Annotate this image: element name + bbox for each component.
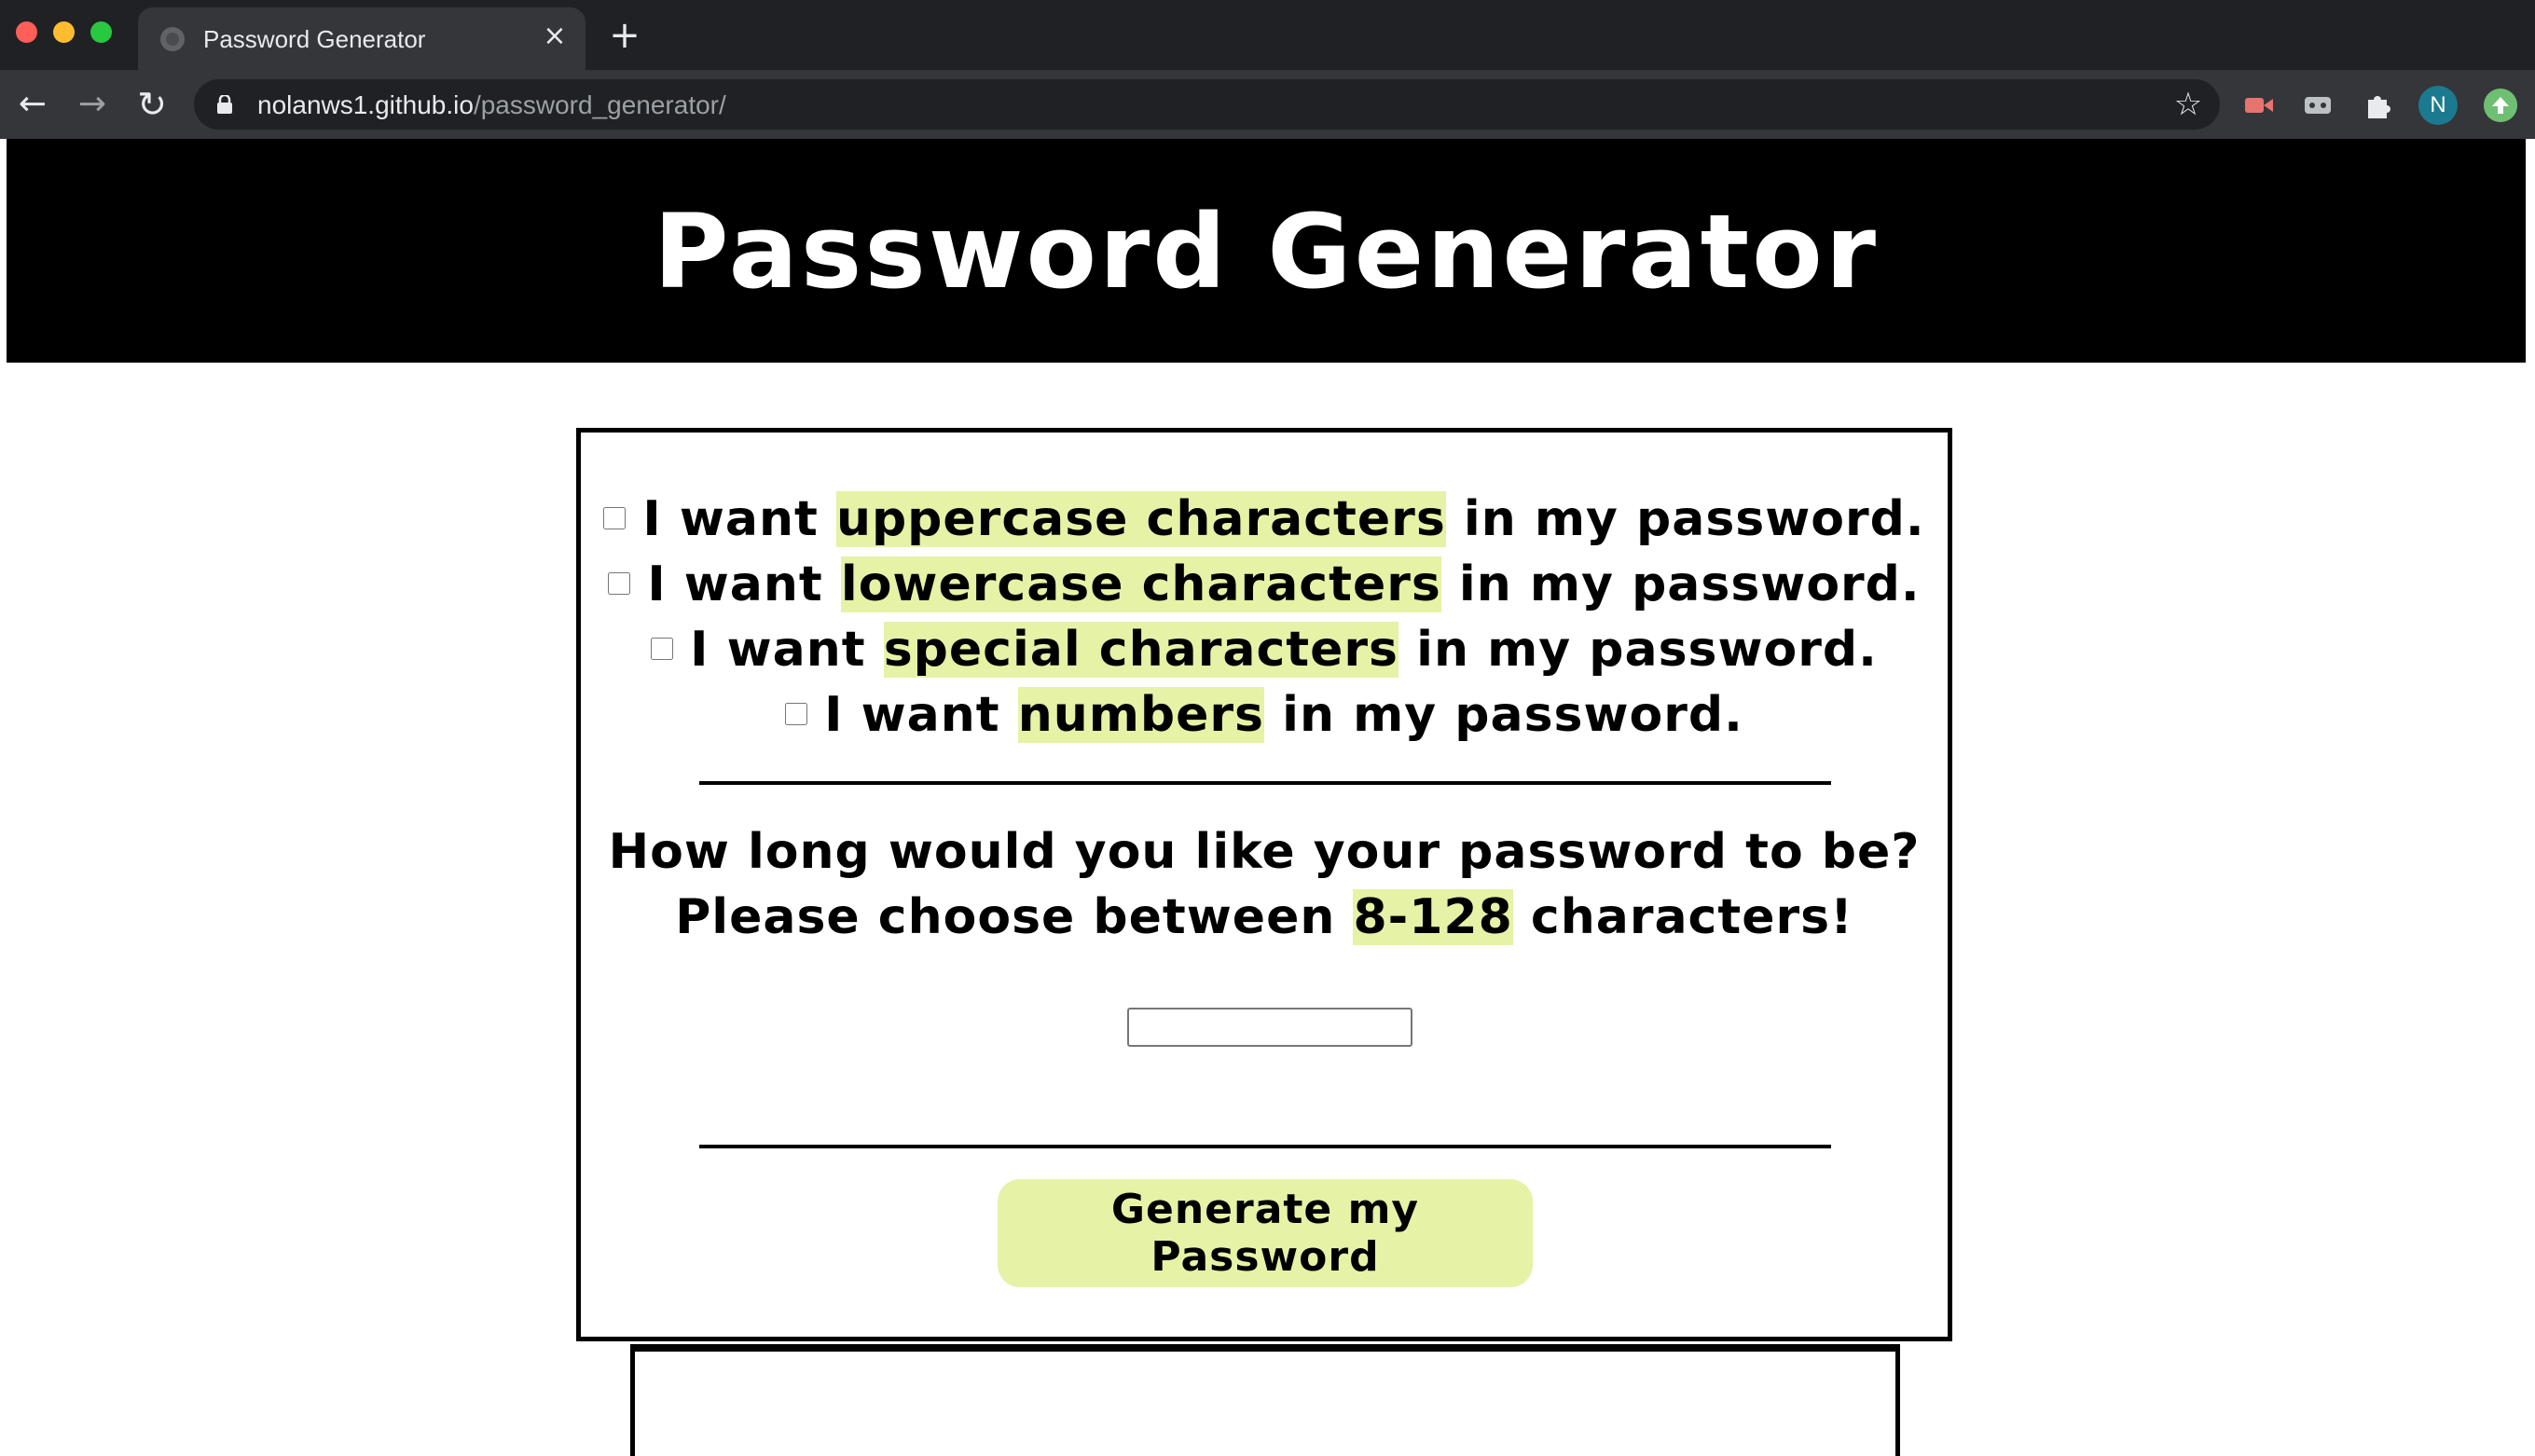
- length-prompt-line2: Please choose between 8-128 characters!: [581, 885, 1948, 950]
- numbers-checkbox[interactable]: [785, 703, 808, 725]
- uppercase-checkbox[interactable]: [603, 507, 627, 529]
- browser-titlebar: Password Generator × +: [0, 0, 2535, 70]
- option-highlight: special characters: [883, 622, 1399, 678]
- close-window-icon[interactable]: [16, 21, 37, 43]
- option-text: in my password.: [1445, 491, 1925, 547]
- lock-icon: [217, 95, 232, 114]
- length-prompt-line1: How long would you like your password to…: [608, 824, 1921, 880]
- character-options: I want uppercase characters in my passwo…: [581, 487, 1948, 748]
- option-text: in my password.: [1398, 622, 1878, 678]
- reload-icon[interactable]: ↻: [132, 85, 172, 124]
- lowercase-checkbox[interactable]: [608, 572, 631, 595]
- option-text: in my password.: [1440, 556, 1921, 612]
- option-text: in my password.: [1264, 687, 1743, 743]
- back-arrow-icon[interactable]: ←: [13, 85, 52, 124]
- range-highlight: 8-128: [1353, 889, 1513, 945]
- special-checkbox[interactable]: [651, 638, 674, 660]
- output-card: [630, 1344, 1900, 1456]
- option-text: I want: [690, 622, 884, 678]
- option-numbers: I want numbers in my password.: [581, 682, 1948, 748]
- option-highlight: lowercase characters: [840, 556, 1441, 612]
- password-length-input[interactable]: [1127, 1008, 1412, 1047]
- prompt-text: Please choose between: [675, 889, 1354, 945]
- upload-extension-icon[interactable]: [2484, 89, 2517, 122]
- puzzle-extensions-icon[interactable]: [2361, 89, 2394, 122]
- address-bar[interactable]: nolanws1.github.io/password_generator/ ☆: [194, 79, 2220, 130]
- page-header: Password Generator: [7, 139, 2526, 363]
- minimize-window-icon[interactable]: [53, 21, 75, 43]
- globe-icon: [160, 27, 185, 51]
- option-special: I want special characters in my password…: [581, 617, 1948, 682]
- tab-title: Password Generator: [203, 25, 426, 53]
- maximize-window-icon[interactable]: [90, 21, 112, 43]
- url-text: nolanws1.github.io/password_generator/: [257, 90, 726, 120]
- browser-tab[interactable]: Password Generator ×: [138, 7, 586, 70]
- url-host: nolanws1.github.io: [257, 90, 474, 119]
- new-tab-icon[interactable]: +: [606, 17, 643, 54]
- option-highlight: uppercase characters: [835, 491, 1446, 547]
- tab-close-icon[interactable]: ×: [539, 21, 571, 52]
- option-highlight: numbers: [1017, 687, 1265, 743]
- length-prompt: How long would you like your password to…: [581, 819, 1948, 950]
- option-lowercase: I want lowercase characters in my passwo…: [581, 552, 1948, 617]
- browser-toolbar: ← → ↻ nolanws1.github.io/password_genera…: [0, 70, 2535, 139]
- video-extension-icon[interactable]: [2242, 89, 2276, 122]
- forward-arrow-icon[interactable]: →: [73, 85, 112, 124]
- divider: [699, 781, 1831, 785]
- page-title: Password Generator: [653, 192, 1879, 311]
- bookmark-star-icon[interactable]: ☆: [2170, 87, 2206, 122]
- option-text: I want: [642, 491, 836, 547]
- options-card: I want uppercase characters in my passwo…: [576, 428, 1952, 1341]
- option-uppercase: I want uppercase characters in my passwo…: [581, 487, 1948, 552]
- url-path: /password_generator/: [473, 90, 726, 119]
- divider: [699, 1145, 1831, 1148]
- option-text: I want: [647, 556, 841, 612]
- generate-password-button[interactable]: Generate my Password: [998, 1179, 1533, 1287]
- profile-avatar[interactable]: N: [2418, 86, 2458, 125]
- option-text: I want: [824, 687, 1018, 743]
- gamepad-extension-icon[interactable]: [2301, 89, 2335, 122]
- prompt-text: characters!: [1512, 889, 1853, 945]
